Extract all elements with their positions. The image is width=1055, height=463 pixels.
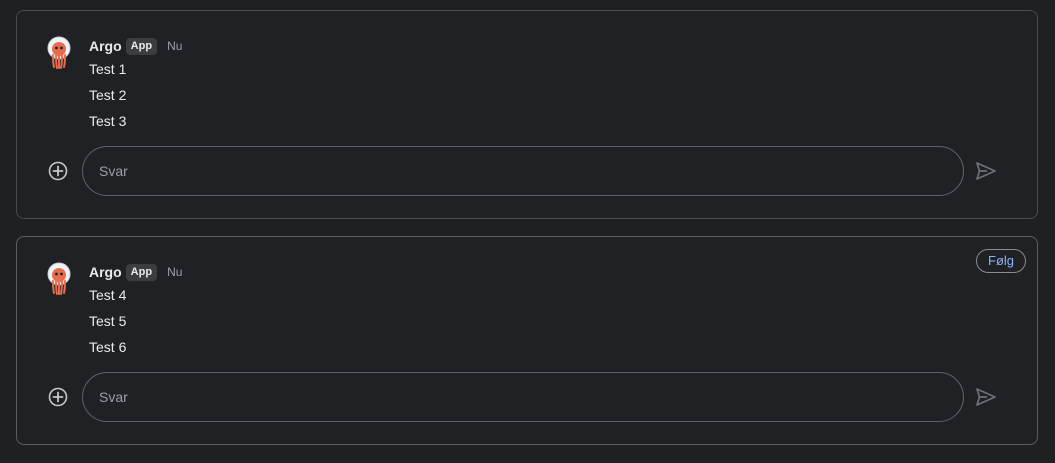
message-header: Argo App Nu: [89, 36, 182, 56]
send-icon[interactable]: [975, 161, 997, 181]
app-badge: App: [125, 37, 158, 55]
message-time: Nu: [167, 39, 183, 53]
sender-name: Argo: [89, 264, 122, 280]
argo-avatar-icon: [47, 262, 71, 295]
message-line: Test 5: [89, 313, 127, 329]
sender-name: Argo: [89, 38, 122, 54]
follow-button[interactable]: Følg: [976, 249, 1026, 273]
add-circle-icon[interactable]: [48, 161, 68, 181]
argo-avatar-icon: [47, 36, 71, 69]
message-line: Test 6: [89, 339, 127, 355]
message-thread: Følg Argo App Nu Test 4 Test 5 Test 6: [16, 236, 1038, 445]
message-header: Argo App Nu: [89, 262, 182, 282]
send-icon[interactable]: [975, 387, 997, 407]
add-circle-icon[interactable]: [48, 387, 68, 407]
message-thread: Argo App Nu Test 1 Test 2 Test 3: [16, 10, 1038, 219]
message-body: Test 1 Test 2 Test 3: [89, 60, 126, 138]
message-line: Test 2: [89, 87, 127, 103]
message-line: Test 4: [89, 287, 127, 303]
message-line: Test 1: [89, 61, 127, 77]
message-time: Nu: [167, 265, 183, 279]
app-badge: App: [125, 263, 158, 281]
reply-input[interactable]: [82, 372, 964, 422]
message-line: Test 3: [89, 113, 127, 129]
message-body: Test 4 Test 5 Test 6: [89, 286, 126, 364]
chat-threads-view: Argo App Nu Test 1 Test 2 Test 3 Følg A: [0, 0, 1055, 463]
reply-input[interactable]: [82, 146, 964, 196]
